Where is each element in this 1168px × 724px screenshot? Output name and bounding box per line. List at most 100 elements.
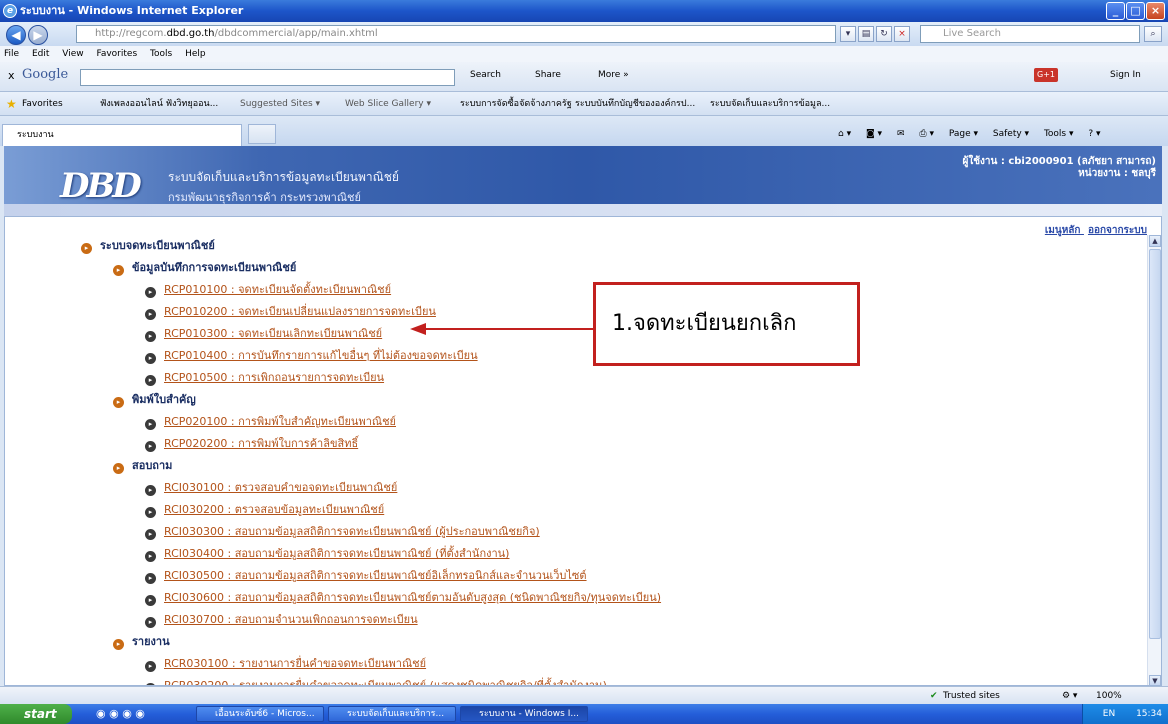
tab-bar: ระบบงาน ⌂ ▾ ◙ ▾ ✉ ⎙ ▾ Page ▾ Safety ▾ To… — [0, 116, 1168, 146]
language-indicator[interactable]: EN — [1103, 709, 1115, 719]
task-ie-data-service[interactable]: ระบบจัดเก็บและบริการ... — [328, 706, 456, 722]
more-button[interactable]: More » — [598, 70, 629, 80]
site-banner: DBD ระบบจัดเก็บและบริการข้อมูลทะเบียนพาณ… — [4, 146, 1162, 216]
new-tab-button[interactable] — [248, 124, 276, 144]
menu-item-label: RCP020200 : การพิมพ์ใบการค้าลิขสิทธิ์ — [164, 437, 359, 450]
menu-link[interactable]: ▸ RCI030300 : สอบถามข้อมูลสถิติการจดทะเบี… — [145, 525, 540, 540]
bullet-icon: ▸ — [145, 331, 156, 342]
page-menu[interactable]: Page ▾ — [949, 129, 978, 139]
menu-link[interactable]: ▸ RCI030600 : สอบถามข้อมูลสถิติการจดทะเบี… — [145, 591, 661, 606]
mail-icon[interactable]: ✉ — [897, 129, 905, 139]
bullet-icon: ▸ — [145, 573, 156, 584]
address-bar: ◀ ▶ http://regcom.dbd.go.th/dbdcommercia… — [0, 22, 1168, 46]
fav-item-music[interactable]: ฟังเพลงออนไลน์ ฟังวิทยุออน... — [100, 92, 218, 116]
scroll-up-icon[interactable]: ▲ — [1149, 235, 1161, 247]
menu-tools[interactable]: Tools — [150, 49, 172, 59]
refresh-icon[interactable]: ↻ — [876, 26, 892, 42]
live-search-input[interactable]: Live Search — [920, 25, 1140, 43]
scroll-down-icon[interactable]: ▼ — [1149, 675, 1161, 685]
menu-link[interactable]: ▸ RCP010100 : จดทะเบียนจัดตั้งทะเบียนพาณิ… — [145, 283, 391, 298]
sign-in-button[interactable]: Sign In — [1110, 70, 1141, 80]
bullet-icon: ▸ — [145, 375, 156, 386]
back-button[interactable]: ◀ — [6, 25, 26, 45]
vertical-scrollbar[interactable]: ▲ ▼ — [1147, 235, 1161, 685]
tools-menu[interactable]: Tools ▾ — [1044, 129, 1074, 139]
quick-launch-icons[interactable]: ◉ ◉ ◉ ◉ — [96, 707, 145, 720]
google-search-input[interactable] — [80, 69, 455, 86]
menu-link[interactable]: ▸ RCI030700 : สอบถามจำนวนเพิกถอนการจดทะเบ… — [145, 613, 418, 628]
share-button[interactable]: Share — [535, 70, 561, 80]
task-word[interactable]: เอื้อนระดับซ์6 - Micros... — [196, 706, 324, 722]
fav-item-procurement[interactable]: ระบบการจัดซื้อจัดจ้างภาครัฐ — [460, 92, 572, 116]
ie-logo-icon: e — [3, 4, 17, 18]
menu-category[interactable]: ▸ ข้อมูลบันทึกการจดทะเบียนพาณิชย์ — [113, 261, 296, 276]
start-button[interactable]: start — [0, 704, 72, 724]
google-search-button[interactable]: Search — [470, 70, 501, 80]
menu-link[interactable]: ▸ RCP010400 : การบันทึกรายการแก้ไขอื่นๆ ท… — [145, 349, 478, 364]
menu-item-label: RCP020100 : การพิมพ์ใบสำคัญทะเบียนพาณิชย… — [164, 415, 396, 428]
menu-link[interactable]: ▸RCR030200 : รายงานการยื่นคำขอจดทะเบียนพ… — [145, 679, 607, 686]
favorites-button[interactable]: Favorites — [22, 92, 63, 116]
feeds-icon[interactable]: ◙ ▾ — [866, 129, 882, 139]
help-icon[interactable]: ? ▾ — [1088, 129, 1100, 139]
bullet-icon: ▸ — [145, 551, 156, 562]
forward-button[interactable]: ▶ — [28, 25, 48, 45]
menu-item-label: RCI030100 : ตรวจสอบคำขอจดทะเบียนพาณิชย์ — [164, 481, 398, 494]
menu-view[interactable]: View — [62, 49, 83, 59]
menu-link[interactable]: ▸ RCP020200 : การพิมพ์ใบการค้าลิขสิทธิ์ — [145, 437, 358, 452]
favorites-bar: Favorites ★ ฟังเพลงออนไลน์ ฟังวิทยุออน..… — [0, 92, 1168, 116]
menu-category[interactable]: ▸ สอบถาม — [113, 459, 172, 474]
menu-category[interactable]: ▸ รายงาน — [113, 635, 170, 650]
maximize-button[interactable]: □ — [1126, 2, 1145, 20]
search-icon[interactable]: ⌕ — [1144, 26, 1162, 42]
dropdown-icon[interactable]: ▾ — [840, 26, 856, 42]
zoom-level[interactable]: 100% — [1096, 687, 1122, 705]
menu-item-label: รายงาน — [132, 635, 170, 648]
menu-link[interactable]: ▸ RCP020100 : การพิมพ์ใบสำคัญทะเบียนพาณิช… — [145, 415, 396, 430]
print-icon[interactable]: ⎙ ▾ — [919, 129, 934, 139]
window-titlebar: e ระบบงาน - Windows Internet Explorer _ … — [0, 0, 1168, 22]
menu-favorites[interactable]: Favorites — [96, 49, 137, 59]
menu-link[interactable]: ▸ RCI030100 : ตรวจสอบคำขอจดทะเบียนพาณิชย์ — [145, 481, 397, 496]
home-icon[interactable]: ⌂ ▾ — [838, 129, 851, 139]
menu-item-label: RCP010400 : การบันทึกรายการแก้ไขอื่นๆ ที… — [164, 349, 478, 362]
menu-item-label: RCR030200 : รายงานการยื่นคำขอจดทะเบียนพา… — [164, 679, 607, 686]
bullet-icon: ▸ — [113, 265, 124, 276]
menu-link[interactable]: ▸ RCP010300 : จดทะเบียนเลิกทะเบียนพาณิชย์ — [145, 327, 382, 342]
fav-item-suggested[interactable]: Suggested Sites ▾ — [240, 92, 320, 116]
tab-current[interactable]: ระบบงาน — [2, 124, 242, 146]
menu-link[interactable]: ▸ RCI030200 : ตรวจสอบข้อมูลทะเบียนพาณิชย์ — [145, 503, 384, 518]
scroll-thumb[interactable] — [1149, 249, 1161, 639]
menu-item-label: RCI030500 : สอบถามข้อมูลสถิติการจดทะเบีย… — [164, 569, 587, 582]
menu-link[interactable]: ▸ RCR030100 : รายงานการยื่นคำขอจดทะเบียนพ… — [145, 657, 426, 672]
bullet-icon: ▸ — [145, 507, 156, 518]
menu-help[interactable]: Help — [185, 49, 206, 59]
close-button[interactable]: × — [1146, 2, 1165, 20]
menu-edit[interactable]: Edit — [32, 49, 49, 59]
google-toolbar-close[interactable]: x — [8, 69, 15, 82]
system-tray: EN 15:34 — [1082, 704, 1168, 724]
protected-mode-icon[interactable]: ⚙ ▾ — [1062, 687, 1077, 705]
bullet-icon: ▸ — [145, 529, 156, 540]
url-input[interactable]: http://regcom.dbd.go.th/dbdcommercial/ap… — [76, 25, 836, 43]
menu-category[interactable]: ▸ พิมพ์ใบสำคัญ — [113, 393, 196, 408]
safety-menu[interactable]: Safety ▾ — [993, 129, 1029, 139]
gplus-one-button[interactable]: G+1 — [1034, 68, 1058, 82]
menu-file[interactable]: File — [4, 49, 19, 59]
fav-item-accounting[interactable]: ระบบบันทึกบัญชีขององค์กรป... — [575, 92, 695, 116]
menu-link[interactable]: ▸ RCI030500 : สอบถามข้อมูลสถิติการจดทะเบี… — [145, 569, 587, 584]
fav-item-data-service[interactable]: ระบบจัดเก็บและบริการข้อมูล... — [710, 92, 830, 116]
menu-category[interactable]: ▸ ระบบจดทะเบียนพาณิชย์ — [81, 239, 215, 254]
menu-item-label: สอบถาม — [132, 459, 173, 472]
menu-link[interactable]: ▸ RCP010500 : การเพิกถอนรายการจดทะเบียน — [145, 371, 384, 386]
menu-link[interactable]: ▸ RCI030400 : สอบถามข้อมูลสถิติการจดทะเบี… — [145, 547, 509, 562]
bullet-icon: ▸ — [81, 243, 92, 254]
compatibility-icon[interactable]: ▤ — [858, 26, 874, 42]
task-ie-current[interactable]: ระบบงาน - Windows I... — [460, 706, 588, 722]
menu-item-label: RCP010200 : จดทะเบียนเปลี่ยนแปลงรายการจด… — [164, 305, 436, 318]
stop-icon[interactable]: × — [894, 26, 910, 42]
menu-item-label: RCR030100 : รายงานการยื่นคำขอจดทะเบียนพา… — [164, 657, 427, 670]
fav-item-webslice[interactable]: Web Slice Gallery ▾ — [345, 92, 431, 116]
minimize-button[interactable]: _ — [1106, 2, 1125, 20]
menu-link[interactable]: ▸ RCP010200 : จดทะเบียนเปลี่ยนแปลงรายการจ… — [145, 305, 436, 320]
